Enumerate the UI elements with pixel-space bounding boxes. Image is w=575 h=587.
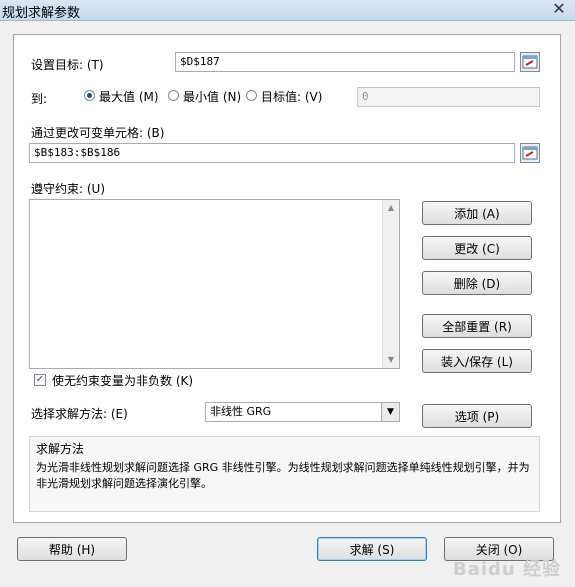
changing-cells-label: 通过更改可变单元格: (B) [31,126,165,140]
radio-max-label: 最大值 (M) [99,90,159,104]
scroll-down-icon[interactable]: ▼ [383,352,399,368]
radio-value-of[interactable] [246,90,257,101]
chevron-down-icon[interactable]: ▼ [381,403,399,421]
collapse-dialog-icon[interactable] [520,52,540,72]
radio-min-label: 最小值 (N) [183,90,242,104]
objective-input[interactable]: $D$187 [175,52,515,72]
nonnegative-label: 使无约束变量为非负数 (K) [52,374,194,388]
method-description-text: 为光滑非线性规划求解问题选择 GRG 非线性引擎。为线性规划求解问题选择单纯线性… [36,461,530,490]
add-constraint-button[interactable]: 添加 (A) [422,201,532,225]
method-description-title: 求解方法 [36,442,85,456]
help-button[interactable]: 帮助 (H) [17,537,127,561]
radio-value-of-label: 目标值: (V) [261,90,323,104]
method-label: 选择求解方法: (E) [31,407,128,421]
change-constraint-button[interactable]: 更改 (C) [422,236,532,260]
value-of-input[interactable]: 0 [357,87,540,107]
load-save-button[interactable]: 装入/保存 (L) [422,349,532,373]
method-selected-value: 非线性 GRG [210,405,272,418]
constraints-list[interactable]: ▲ ▼ [29,199,400,369]
solve-button[interactable]: 求解 (S) [317,537,427,561]
objective-label: 设置目标: (T) [31,58,104,72]
window-title: 规划求解参数 [2,6,81,21]
radio-min[interactable] [168,90,179,101]
nonnegative-checkbox[interactable]: ✓ [34,374,46,386]
reset-all-button[interactable]: 全部重置 (R) [422,314,532,338]
scroll-up-icon[interactable]: ▲ [383,200,399,216]
close-icon[interactable]: ✕ [549,0,569,18]
delete-constraint-button[interactable]: 删除 (D) [422,271,532,295]
title-bar: 规划求解参数 ✕ [0,0,575,21]
constraints-scrollbar[interactable]: ▲ ▼ [382,200,399,368]
constraints-label: 遵守约束: (U) [31,182,106,196]
watermark-logo: Baidu 经验 [452,559,561,580]
changing-cells-input[interactable]: $B$183:$B$186 [29,143,515,163]
to-label: 到: [31,92,48,106]
method-select[interactable]: 非线性 GRG ▼ [205,402,400,422]
options-button[interactable]: 选项 (P) [422,404,532,428]
collapse-dialog-icon-2[interactable] [520,143,540,163]
radio-max[interactable] [84,90,95,101]
